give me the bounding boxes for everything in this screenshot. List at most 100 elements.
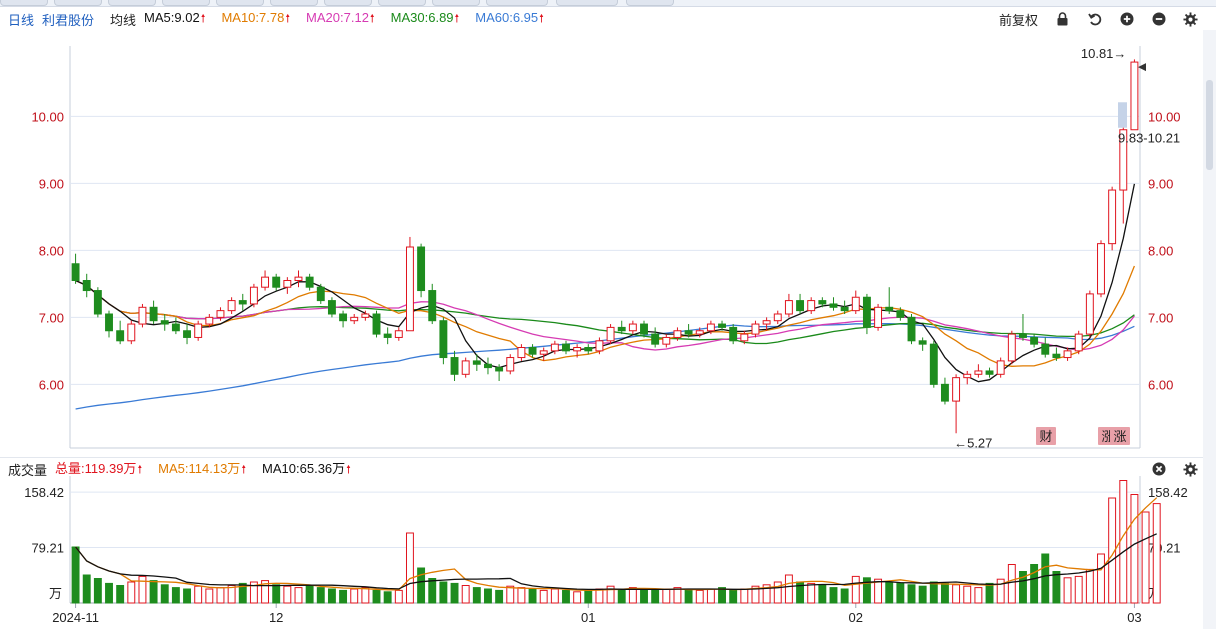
candle-body bbox=[628, 323, 637, 332]
volume-bar bbox=[550, 588, 559, 604]
tab-stub[interactable] bbox=[486, 0, 548, 6]
tab-stub[interactable] bbox=[556, 0, 618, 6]
indicator-ma60: MA60:6.95🠕 bbox=[475, 9, 544, 25]
candle bbox=[305, 273, 314, 291]
volume-bar bbox=[439, 581, 448, 604]
candle-body bbox=[651, 333, 660, 345]
volume-bar bbox=[495, 589, 504, 604]
volume-bar bbox=[784, 574, 793, 604]
candle-body bbox=[82, 280, 91, 292]
volume-bar bbox=[1063, 577, 1072, 604]
period-selector[interactable]: 日线 bbox=[8, 10, 34, 29]
zoom-out-icon[interactable] bbox=[1151, 12, 1166, 27]
candle bbox=[339, 310, 348, 328]
volume-bar bbox=[584, 589, 593, 604]
tab-stub[interactable] bbox=[0, 0, 48, 6]
candle-body bbox=[662, 336, 671, 345]
volume-bar bbox=[640, 589, 648, 604]
volume-bar bbox=[662, 588, 671, 604]
candle-body bbox=[294, 276, 303, 281]
candle bbox=[417, 243, 426, 298]
volume-bar bbox=[562, 589, 570, 604]
candle-body bbox=[818, 300, 827, 305]
tab-stub[interactable] bbox=[432, 0, 480, 6]
candle bbox=[71, 253, 80, 284]
candle bbox=[963, 370, 972, 385]
volume-bar bbox=[952, 584, 961, 604]
candle-body bbox=[1041, 343, 1050, 355]
low-price-label: ←5.27 bbox=[954, 435, 992, 450]
lock-icon[interactable] bbox=[1055, 12, 1070, 27]
candle bbox=[996, 357, 1005, 378]
volume-bar bbox=[974, 587, 983, 604]
candle bbox=[729, 324, 738, 345]
zoom-in-icon[interactable] bbox=[1119, 12, 1134, 27]
candle-body bbox=[695, 330, 704, 335]
indicator-ma10: MA10:7.78🠕 bbox=[221, 9, 291, 25]
candle-body bbox=[361, 313, 370, 318]
limit-up-badge: 涨 bbox=[1113, 430, 1126, 445]
candle-body bbox=[862, 296, 871, 328]
stock-name[interactable]: 利君股份 bbox=[42, 10, 94, 29]
candle bbox=[1074, 330, 1083, 355]
tab-stub[interactable] bbox=[108, 0, 156, 6]
candle bbox=[1108, 186, 1117, 251]
volume-ma10-line bbox=[75, 533, 1157, 591]
volume-bar bbox=[372, 589, 381, 604]
volume-bar bbox=[1030, 564, 1039, 604]
candle bbox=[294, 270, 303, 288]
candle bbox=[517, 344, 526, 361]
tab-stub[interactable] bbox=[270, 0, 318, 6]
candle bbox=[773, 310, 782, 325]
volume-bar bbox=[940, 582, 949, 604]
tab-stub[interactable] bbox=[626, 0, 674, 6]
volume-bar bbox=[316, 587, 325, 604]
candle bbox=[439, 317, 448, 365]
price-tick-left: 8.00 bbox=[39, 243, 64, 258]
ma60-line bbox=[75, 323, 1135, 410]
candle bbox=[1085, 290, 1094, 338]
candle-body bbox=[160, 320, 169, 325]
candle-body bbox=[751, 323, 760, 335]
volume-bar bbox=[1041, 553, 1050, 604]
tab-stub[interactable] bbox=[378, 0, 426, 6]
candle bbox=[662, 334, 671, 348]
candle-body bbox=[773, 313, 782, 322]
candle bbox=[1097, 240, 1105, 298]
candle-body bbox=[851, 296, 860, 312]
up-arrow-icon: 🠕 bbox=[539, 12, 544, 25]
volume-bar bbox=[450, 582, 459, 604]
tab-stub[interactable] bbox=[216, 0, 264, 6]
volume-bar bbox=[929, 581, 938, 604]
price-tick-right: 8.00 bbox=[1148, 243, 1173, 258]
volume-bar bbox=[528, 588, 537, 604]
candle-body bbox=[171, 323, 180, 332]
candle bbox=[461, 357, 470, 378]
volume-bar bbox=[1097, 553, 1105, 604]
volume-bar bbox=[851, 575, 860, 604]
candle bbox=[929, 340, 938, 388]
ma-label[interactable]: 均线 bbox=[110, 10, 136, 29]
kline-chart[interactable]: 6.00 6.00 7.00 7.00 8.00 8.00 9.00 9.00 10.00 10.… bbox=[0, 30, 1216, 629]
settings-icon[interactable] bbox=[1183, 11, 1198, 27]
candle bbox=[651, 327, 660, 348]
tab-stub[interactable] bbox=[54, 0, 102, 6]
adjust-selector[interactable]: 前复权 bbox=[999, 10, 1038, 29]
candle bbox=[272, 273, 281, 291]
volume-bar bbox=[361, 587, 370, 604]
undo-icon[interactable] bbox=[1087, 12, 1102, 27]
candle-body bbox=[71, 263, 80, 281]
candle bbox=[784, 293, 793, 318]
candle bbox=[506, 354, 515, 375]
volume-bar bbox=[1007, 564, 1016, 604]
candle-body bbox=[405, 246, 414, 332]
volume-bar bbox=[1130, 494, 1139, 604]
candle-body bbox=[105, 313, 113, 332]
scrollbar-thumb[interactable] bbox=[1206, 80, 1213, 170]
tab-stub[interactable] bbox=[162, 0, 210, 6]
candle bbox=[851, 290, 860, 314]
tab-stub[interactable] bbox=[324, 0, 372, 6]
candle bbox=[149, 300, 158, 325]
candle bbox=[116, 320, 125, 345]
volume-bar bbox=[461, 585, 470, 604]
